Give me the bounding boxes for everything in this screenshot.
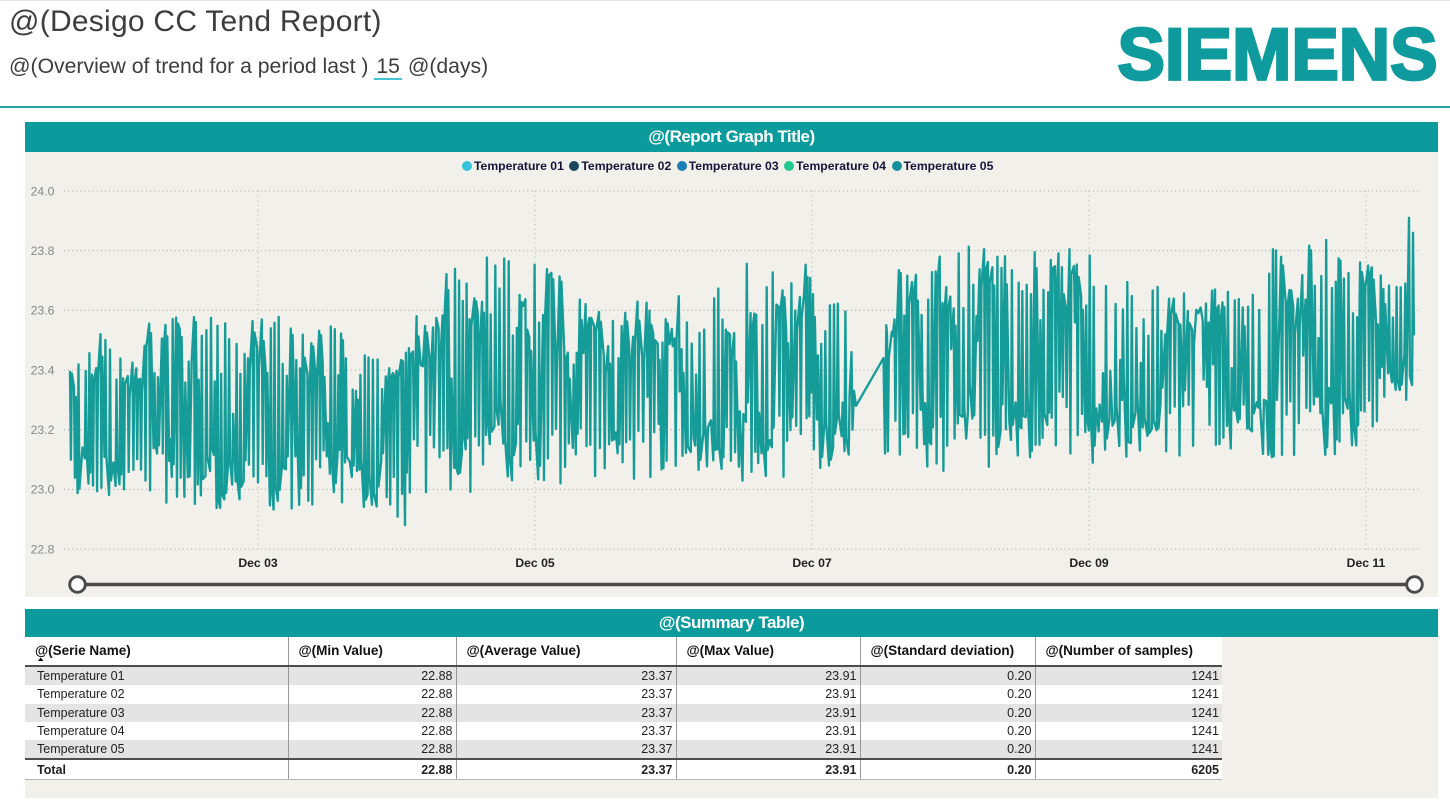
svg-text:22.8: 22.8 [31, 542, 55, 556]
svg-text:24.0: 24.0 [31, 184, 55, 198]
svg-text:Dec 03: Dec 03 [238, 556, 278, 570]
svg-text:23.0: 23.0 [31, 483, 55, 497]
svg-text:Dec 05: Dec 05 [515, 556, 555, 570]
svg-text:Dec 11: Dec 11 [1347, 556, 1386, 570]
svg-text:23.4: 23.4 [31, 363, 55, 377]
svg-text:23.2: 23.2 [31, 423, 55, 437]
svg-text:23.8: 23.8 [31, 244, 55, 258]
svg-text:Dec 09: Dec 09 [1069, 556, 1109, 570]
svg-text:Dec 07: Dec 07 [792, 556, 832, 570]
svg-text:23.6: 23.6 [31, 304, 55, 318]
